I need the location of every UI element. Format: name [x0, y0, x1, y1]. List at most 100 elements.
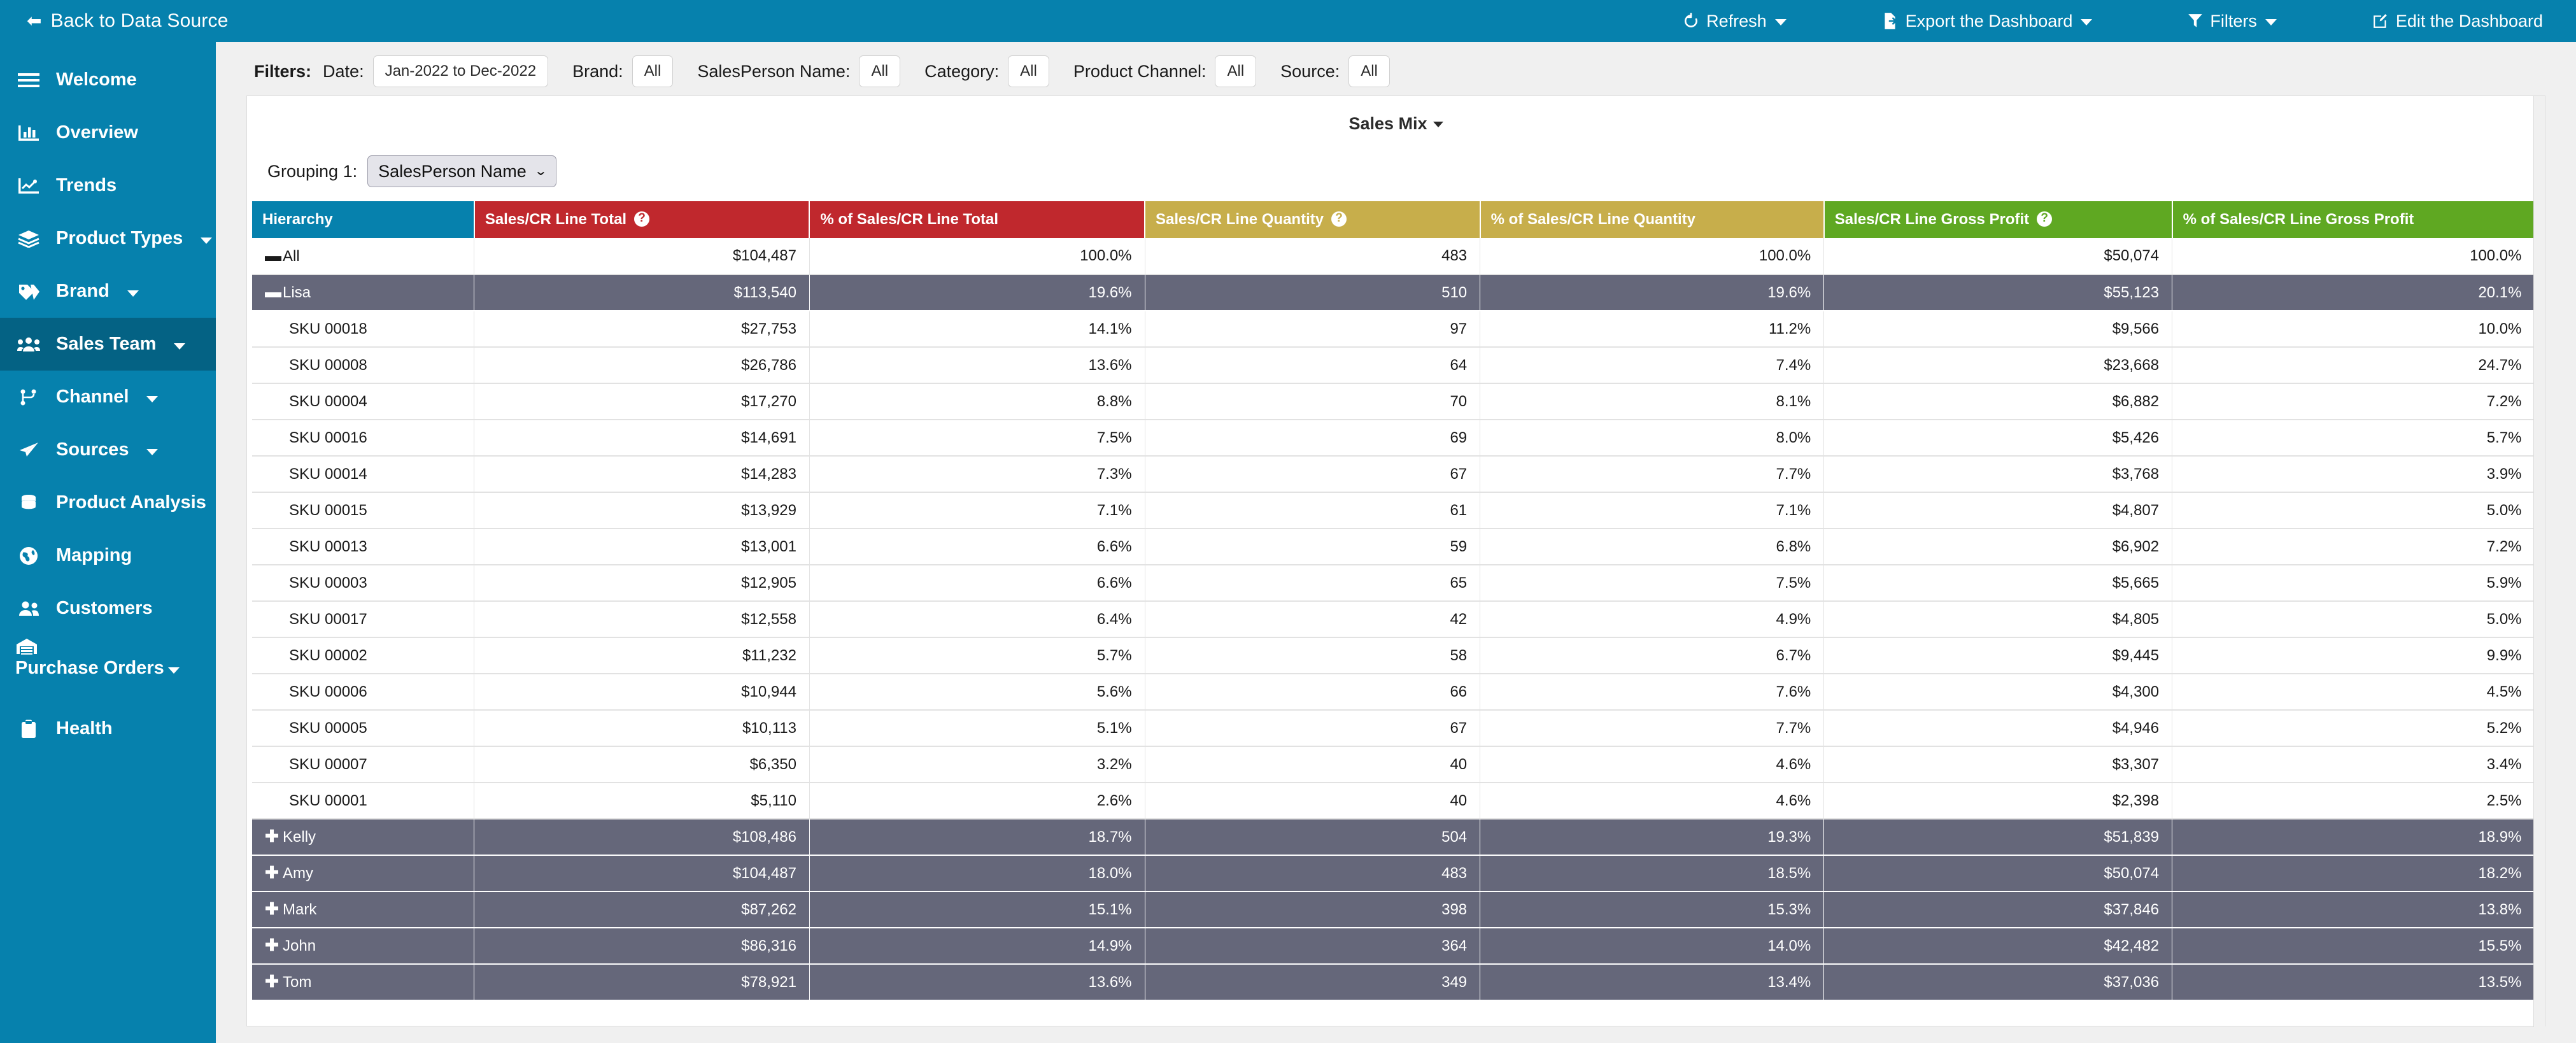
row-hierarchy-cell[interactable]: ▬Lisa: [252, 274, 475, 311]
row-hierarchy-cell[interactable]: ✚ Mark: [252, 891, 475, 928]
table-row[interactable]: SKU 00014 $14,283 7.3% 67 7.7% $3,768 3.9%: [252, 456, 2535, 493]
table-row[interactable]: SKU 00002 $11,232 5.7% 58 6.7% $9,445 9.9%: [252, 637, 2535, 674]
row-hierarchy-cell[interactable]: SKU 00017: [252, 601, 475, 638]
expand-icon[interactable]: ✚: [265, 937, 279, 953]
sidebar-item-purchase-orders[interactable]: Purchase Orders: [0, 635, 216, 702]
grouping-select[interactable]: SalesPerson Name ⌄: [367, 155, 557, 187]
row-hierarchy-cell[interactable]: ✚ Tom: [252, 964, 475, 1001]
sidebar-item-channel[interactable]: Channel: [0, 371, 216, 423]
row-hierarchy-cell[interactable]: SKU 00002: [252, 637, 475, 674]
row-hierarchy-cell[interactable]: ▬All: [252, 238, 475, 275]
row-hierarchy-cell[interactable]: SKU 00015: [252, 492, 475, 529]
row-hierarchy-cell[interactable]: SKU 00005: [252, 710, 475, 747]
sidebar-item-trends[interactable]: Trends: [0, 159, 216, 212]
sidebar-item-overview[interactable]: Overview: [0, 106, 216, 159]
row-sales-line-total: $14,691: [474, 420, 810, 457]
row-hierarchy-cell[interactable]: ✚ John: [252, 928, 475, 965]
table-row[interactable]: SKU 00017 $12,558 6.4% 42 4.9% $4,805 5.0%: [252, 601, 2535, 638]
row-hierarchy-cell[interactable]: SKU 00007: [252, 746, 475, 783]
sidebar-item-brand[interactable]: Brand: [0, 265, 216, 318]
table-row[interactable]: SKU 00006 $10,944 5.6% 66 7.6% $4,300 4.5%: [252, 674, 2535, 711]
table-row[interactable]: ✚ Kelly $108,486 18.7% 504 19.3% $51,839 18.9%: [252, 819, 2535, 856]
sidebar-item-sales-team[interactable]: Sales Team: [0, 318, 216, 371]
sidebar-item-health[interactable]: Health: [0, 702, 216, 755]
sidebar-item-product-types[interactable]: Product Types: [0, 212, 216, 265]
row-sales-line-total: $5,110: [474, 783, 810, 820]
expand-icon[interactable]: ✚: [265, 828, 279, 844]
table-row[interactable]: SKU 00018 $27,753 14.1% 97 11.2% $9,566 10.0%: [252, 311, 2535, 348]
row-pct-sales-line-quantity: 8.0%: [1480, 420, 1825, 457]
row-hierarchy-cell[interactable]: SKU 00014: [252, 456, 475, 493]
row-label: Kelly: [283, 828, 316, 846]
column-header-pct-sales-line-gross-profit[interactable]: % of Sales/CR Line Gross Profit: [2172, 201, 2536, 238]
sidebar-item-mapping[interactable]: Mapping: [0, 529, 216, 582]
row-hierarchy-cell[interactable]: SKU 00013: [252, 529, 475, 565]
column-header-hierarchy[interactable]: Hierarchy: [252, 201, 475, 238]
row-pct-sales-line-total: 14.1%: [809, 311, 1145, 348]
row-pct-sales-line-quantity: 19.6%: [1480, 274, 1825, 311]
table-row[interactable]: SKU 00015 $13,929 7.1% 61 7.1% $4,807 5.0%: [252, 492, 2535, 529]
panel-title[interactable]: Sales Mix: [247, 96, 2545, 134]
table-row[interactable]: SKU 00004 $17,270 8.8% 70 8.1% $6,882 7.2%: [252, 383, 2535, 420]
sidebar-item-sources[interactable]: Sources: [0, 423, 216, 476]
row-hierarchy-cell[interactable]: ✚ Kelly: [252, 819, 475, 856]
filter-source-value[interactable]: All: [1348, 55, 1390, 87]
sidebar-item-welcome[interactable]: Welcome: [0, 53, 216, 106]
info-icon[interactable]: [1331, 210, 1347, 227]
export-dashboard-button[interactable]: Export the Dashboard: [1882, 11, 2093, 31]
column-header-sales-line-gross-profit[interactable]: Sales/CR Line Gross Profit: [1823, 201, 2173, 238]
table-row[interactable]: SKU 00008 $26,786 13.6% 64 7.4% $23,668 24.7%: [252, 347, 2535, 384]
expand-icon[interactable]: ✚: [265, 900, 279, 917]
table-row[interactable]: ✚ Tom $78,921 13.6% 349 13.4% $37,036 13.5%: [252, 964, 2535, 1001]
table-row[interactable]: SKU 00005 $10,113 5.1% 67 7.7% $4,946 5.2%: [252, 710, 2535, 747]
filter-brand-value[interactable]: All: [632, 55, 674, 87]
filter-label-category: Category:: [924, 61, 1000, 81]
row-hierarchy-cell[interactable]: SKU 00006: [252, 674, 475, 711]
filter-salesperson-name-value[interactable]: All: [859, 55, 901, 87]
table-row[interactable]: SKU 00003 $12,905 6.6% 65 7.5% $5,665 5.9%: [252, 565, 2535, 602]
back-to-data-source-link[interactable]: ⬅ Back to Data Source: [27, 10, 229, 32]
column-header-sales-line-quantity[interactable]: Sales/CR Line Quantity: [1145, 201, 1481, 238]
expand-icon[interactable]: ✚: [265, 973, 279, 990]
filters-title: Filters:: [254, 61, 312, 81]
filter-product-channel-value[interactable]: All: [1215, 55, 1257, 87]
table-row[interactable]: ✚ Mark $87,262 15.1% 398 15.3% $37,846 13.8%: [252, 891, 2535, 928]
column-header-pct-sales-line-total[interactable]: % of Sales/CR Line Total: [809, 201, 1146, 238]
row-hierarchy-cell[interactable]: ✚ Amy: [252, 855, 475, 892]
filter-date-value[interactable]: Jan-2022 to Dec-2022: [372, 55, 549, 87]
table-row[interactable]: SKU 00001 $5,110 2.6% 40 4.6% $2,398 2.5%: [252, 783, 2535, 820]
table-row[interactable]: ▬All $104,487 100.0% 483 100.0% $50,074 100.0%: [252, 238, 2535, 275]
row-pct-sales-line-quantity: 4.9%: [1480, 601, 1825, 638]
table-row[interactable]: SKU 00007 $6,350 3.2% 40 4.6% $3,307 3.4%: [252, 746, 2535, 783]
collapse-icon[interactable]: ▬: [265, 283, 281, 300]
row-hierarchy-cell[interactable]: SKU 00008: [252, 347, 475, 384]
sidebar-item-customers[interactable]: Customers: [0, 582, 216, 635]
row-pct-sales-line-gross-profit: 5.7%: [2172, 420, 2535, 457]
row-hierarchy-cell[interactable]: SKU 00018: [252, 311, 475, 348]
collapse-icon[interactable]: ▬: [265, 247, 281, 264]
table-row[interactable]: ✚ Amy $104,487 18.0% 483 18.5% $50,074 18.2%: [252, 855, 2535, 892]
sidebar-label: Overview: [56, 122, 138, 143]
column-header-pct-sales-line-quantity[interactable]: % of Sales/CR Line Quantity: [1480, 201, 1825, 238]
row-hierarchy-cell[interactable]: SKU 00003: [252, 565, 475, 602]
refresh-button[interactable]: Refresh: [1683, 11, 1787, 31]
edit-dashboard-button[interactable]: Edit the Dashboard: [2372, 11, 2543, 31]
row-hierarchy-cell[interactable]: SKU 00001: [252, 783, 475, 820]
table-row[interactable]: ▬Lisa $113,540 19.6% 510 19.6% $55,123 20.1%: [252, 274, 2535, 311]
column-header-sales-line-total[interactable]: Sales/CR Line Total: [474, 201, 810, 238]
sidebar-item-product-analysis[interactable]: Product Analysis: [0, 476, 216, 529]
filter-bar: Filters: Date: Jan-2022 to Dec-2022 Bran…: [246, 51, 2545, 92]
table-row[interactable]: ✚ John $86,316 14.9% 364 14.0% $42,482 15.5%: [252, 928, 2535, 965]
row-hierarchy-cell[interactable]: SKU 00004: [252, 383, 475, 420]
vertical-scrollbar[interactable]: [2533, 96, 2545, 1027]
row-sales-line-quantity: 64: [1145, 347, 1481, 384]
table-row[interactable]: SKU 00016 $14,691 7.5% 69 8.0% $5,426 5.7%: [252, 420, 2535, 457]
info-icon[interactable]: [634, 210, 650, 227]
filters-button[interactable]: Filters: [2188, 11, 2277, 31]
expand-icon[interactable]: ✚: [265, 864, 279, 881]
info-icon[interactable]: [2037, 210, 2053, 227]
row-hierarchy-cell[interactable]: SKU 00016: [252, 420, 475, 457]
table-row[interactable]: SKU 00013 $13,001 6.6% 59 6.8% $6,902 7.2%: [252, 529, 2535, 565]
filter-category-value[interactable]: All: [1008, 55, 1049, 87]
row-label: SKU 00002: [289, 646, 367, 664]
